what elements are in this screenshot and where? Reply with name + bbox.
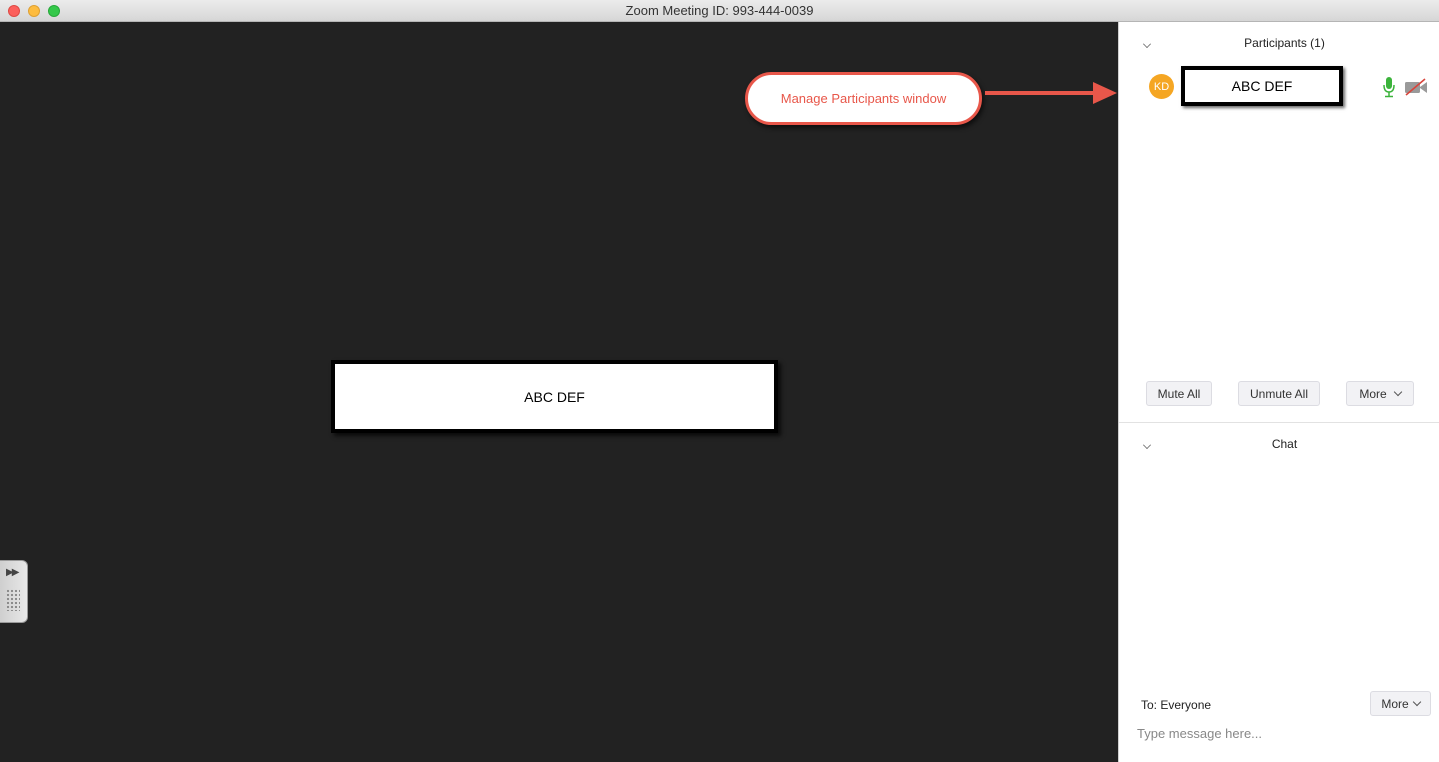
collapse-chat-chevron-icon[interactable] xyxy=(1143,441,1151,449)
chat-more-label: More xyxy=(1381,696,1409,711)
video-area: ABC DEF ▶▶ xyxy=(0,22,1118,762)
mute-all-button[interactable]: Mute All xyxy=(1146,381,1212,406)
participant-name: ABC DEF xyxy=(1181,66,1343,106)
avatar: KD xyxy=(1149,74,1174,99)
participants-header: Participants (1) xyxy=(1119,36,1439,56)
microphone-icon[interactable] xyxy=(1382,76,1396,98)
chat-header: Chat xyxy=(1119,437,1439,457)
drag-grip-icon[interactable] xyxy=(6,589,20,611)
participant-row[interactable]: KD ABC DEF xyxy=(1119,64,1439,108)
unmute-all-button[interactable]: Unmute All xyxy=(1238,381,1320,406)
fast-forward-icon: ▶▶ xyxy=(6,567,19,578)
video-off-icon[interactable] xyxy=(1404,78,1428,96)
annotation-callout: Manage Participants window xyxy=(745,72,982,125)
chat-message-input[interactable] xyxy=(1137,722,1427,744)
participants-more-label: More xyxy=(1359,386,1387,401)
thumbnail-toggle-handle[interactable]: ▶▶ xyxy=(0,560,28,623)
title-bar: Zoom Meeting ID: 993-444-0039 xyxy=(0,0,1439,22)
participants-title: Participants (1) xyxy=(1244,36,1325,50)
active-speaker-name: ABC DEF xyxy=(331,360,778,433)
sidebar-panel: Participants (1) KD ABC DEF Mute All Unm… xyxy=(1118,22,1439,762)
chevron-down-icon xyxy=(1393,387,1402,396)
callout-arrow-icon xyxy=(985,82,1117,104)
participants-more-button[interactable]: More xyxy=(1346,381,1414,406)
section-divider xyxy=(1119,422,1439,423)
window-title: Zoom Meeting ID: 993-444-0039 xyxy=(625,3,814,18)
chat-more-button[interactable]: More xyxy=(1370,691,1431,716)
chat-recipient-label[interactable]: To: Everyone xyxy=(1141,698,1211,712)
collapse-participants-chevron-icon[interactable] xyxy=(1143,40,1151,48)
chat-title: Chat xyxy=(1271,437,1298,451)
chevron-down-icon xyxy=(1412,697,1421,706)
